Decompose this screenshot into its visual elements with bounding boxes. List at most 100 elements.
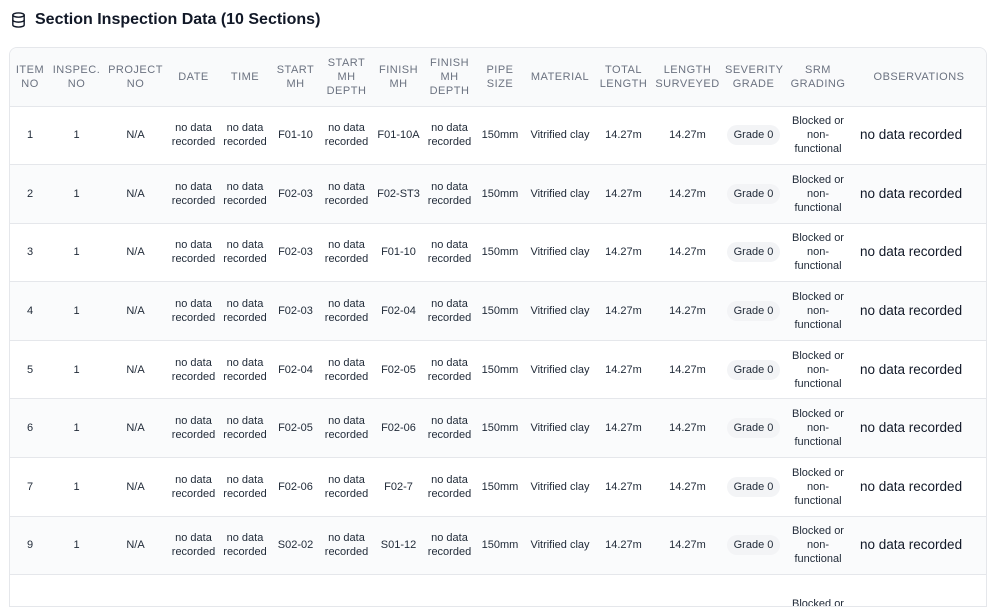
cell-length-surveyed: 14.27m	[669, 129, 706, 142]
col-header-finish-mh: FINISH MH	[373, 48, 424, 107]
cell-project-no: N/A	[126, 246, 145, 259]
cell-srm-grading: Blocked or non-functional	[792, 466, 844, 507]
col-header-srm-grading: SRM GRADING	[784, 48, 852, 107]
cell-pipe-size: 150mm	[475, 281, 525, 341]
cell-finish-mh-depth: no data recorded	[424, 516, 475, 575]
cell-srm-grading: Blocked or	[792, 598, 844, 607]
cell-project-no: N/A	[103, 164, 168, 224]
cell-item-no: 6	[10, 398, 50, 458]
cell-observations: no data recorded	[860, 478, 963, 494]
cell-date: no data recorded	[171, 239, 216, 266]
cell-finish-mh-depth	[424, 575, 475, 606]
cell-finish-mh-depth: no data recorded	[427, 239, 472, 266]
cell-material: Vitrified clay	[525, 281, 595, 341]
cell-pipe-size: 150mm	[475, 516, 525, 575]
cell-srm-grading: Blocked or non-functional	[784, 516, 852, 575]
cell-date: no data recorded	[171, 473, 216, 500]
table-row[interactable]: 6 1 N/A no data recorded no data recorded F02…	[10, 398, 986, 458]
table-row[interactable]: 3 1 N/A no data recorded no data recorded F02…	[10, 223, 986, 282]
cell-finish-mh: F02-ST3	[373, 164, 424, 224]
severity-grade-badge: Grade 0	[726, 183, 781, 204]
cell-item-no: 5	[26, 363, 34, 376]
cell-srm-grading: Blocked or non-functional	[792, 232, 844, 273]
cell-time: no data recorded	[223, 356, 267, 383]
col-header-observations: OBSERVATIONS	[852, 48, 986, 107]
cell-start-mh-depth: no data recorded	[324, 239, 369, 266]
table-row[interactable]: 5 1 N/A no data recorded no data recorded F02…	[10, 340, 986, 399]
cell-pipe-size: 150mm	[481, 480, 519, 493]
section-header: Section Inspection Data (10 Sections)	[10, 9, 320, 31]
cell-severity-grade: Grade 0	[723, 398, 784, 458]
cell-observations	[852, 575, 986, 606]
cell-start-mh: F01-10	[278, 129, 313, 142]
cell-finish-mh: F02-05	[381, 363, 416, 376]
cell-length-surveyed: 14.27m	[669, 246, 706, 259]
col-header-pipe-size: PIPE SIZE	[475, 48, 525, 107]
cell-finish-mh: F01-10A	[377, 129, 420, 142]
cell-severity-grade: Grade 0	[723, 223, 784, 282]
cell-start-mh: F02-03	[278, 246, 313, 259]
cell-observations: no data recorded	[860, 244, 963, 260]
cell-inspec-no: 1	[73, 363, 80, 376]
severity-grade-badge: Grade 0	[726, 476, 781, 497]
cell-start-mh-depth: no data recorded	[324, 122, 369, 149]
col-header-date: DATE	[168, 48, 219, 107]
cell-total-length: 14.27m	[595, 281, 652, 341]
cell-length-surveyed: 14.27m	[669, 480, 706, 493]
cell-pipe-size: 150mm	[481, 246, 519, 259]
cell-start-mh: F02-04	[278, 363, 313, 376]
cell-pipe-size: 150mm	[475, 398, 525, 458]
cell-observations: no data recorded	[852, 281, 986, 341]
cell-srm-grading: Blocked or non-functional	[784, 398, 852, 458]
cell-item-no: 2	[10, 164, 50, 224]
cell-item-no: 7	[26, 480, 34, 493]
table-row[interactable]: 1 1 N/A no data recorded no data recorded F01…	[10, 106, 986, 165]
cell-finish-mh-depth: no data recorded	[424, 164, 475, 224]
cell-start-mh: F02-03	[271, 281, 320, 341]
table-row[interactable]: 9 1 N/A no data recorded no data recorded S02…	[10, 516, 986, 575]
cell-inspec-no: 1	[73, 480, 80, 493]
severity-grade-badge: Grade 0	[726, 359, 781, 380]
cell-total-length	[595, 575, 652, 606]
cell-finish-mh: F02-7	[384, 480, 413, 493]
cell-start-mh-depth: no data recorded	[320, 516, 373, 575]
cell-inspec-no: 1	[50, 281, 103, 341]
table-row[interactable]: 4 1 N/A no data recorded no data recorded F02…	[10, 281, 986, 341]
table-row[interactable]: Blocked or	[10, 575, 986, 607]
database-icon	[12, 12, 25, 28]
cell-total-length: 14.27m	[605, 246, 642, 259]
inspection-table: ITEM NO INSPEC. NO PROJECT NO DATE TIME …	[10, 48, 986, 607]
cell-start-mh-depth	[320, 575, 373, 606]
cell-srm-grading: Blocked or non-functional	[792, 115, 844, 156]
cell-start-mh	[271, 575, 320, 606]
table-row[interactable]: 2 1 N/A no data recorded no data recorded F02…	[10, 164, 986, 224]
table-row[interactable]: 7 1 N/A no data recorded no data recorded F02…	[10, 458, 986, 517]
col-header-time: TIME	[219, 48, 271, 107]
cell-pipe-size: 150mm	[481, 129, 519, 142]
severity-grade-badge: Grade 0	[726, 242, 781, 263]
cell-pipe-size: 150mm	[481, 363, 519, 376]
col-header-item-no: ITEM NO	[10, 48, 50, 107]
cell-item-no	[10, 575, 50, 606]
cell-inspec-no	[50, 575, 103, 606]
col-header-material: MATERIAL	[525, 48, 595, 107]
cell-date: no data recorded	[171, 356, 216, 383]
cell-time	[219, 575, 271, 606]
cell-start-mh-depth: no data recorded	[320, 164, 373, 224]
cell-material: Vitrified clay	[525, 516, 595, 575]
cell-time: no data recorded	[223, 239, 267, 266]
cell-start-mh: S02-02	[271, 516, 320, 575]
severity-grade-badge: Grade 0	[726, 535, 781, 556]
cell-item-no: 3	[26, 246, 34, 259]
cell-time: no data recorded	[219, 281, 271, 341]
cell-severity-grade: Grade 0	[723, 516, 784, 575]
cell-time: no data recorded	[223, 473, 267, 500]
cell-observations: no data recorded	[860, 127, 963, 143]
table-header-row: ITEM NO INSPEC. NO PROJECT NO DATE TIME …	[10, 48, 986, 107]
severity-grade-badge: Grade 0	[726, 418, 781, 439]
inspection-table-container[interactable]: ITEM NO INSPEC. NO PROJECT NO DATE TIME …	[9, 47, 987, 607]
cell-finish-mh-depth: no data recorded	[424, 398, 475, 458]
cell-project-no: N/A	[103, 398, 168, 458]
cell-srm-grading: Blocked or non-functional	[792, 349, 844, 390]
cell-finish-mh-depth: no data recorded	[424, 281, 475, 341]
